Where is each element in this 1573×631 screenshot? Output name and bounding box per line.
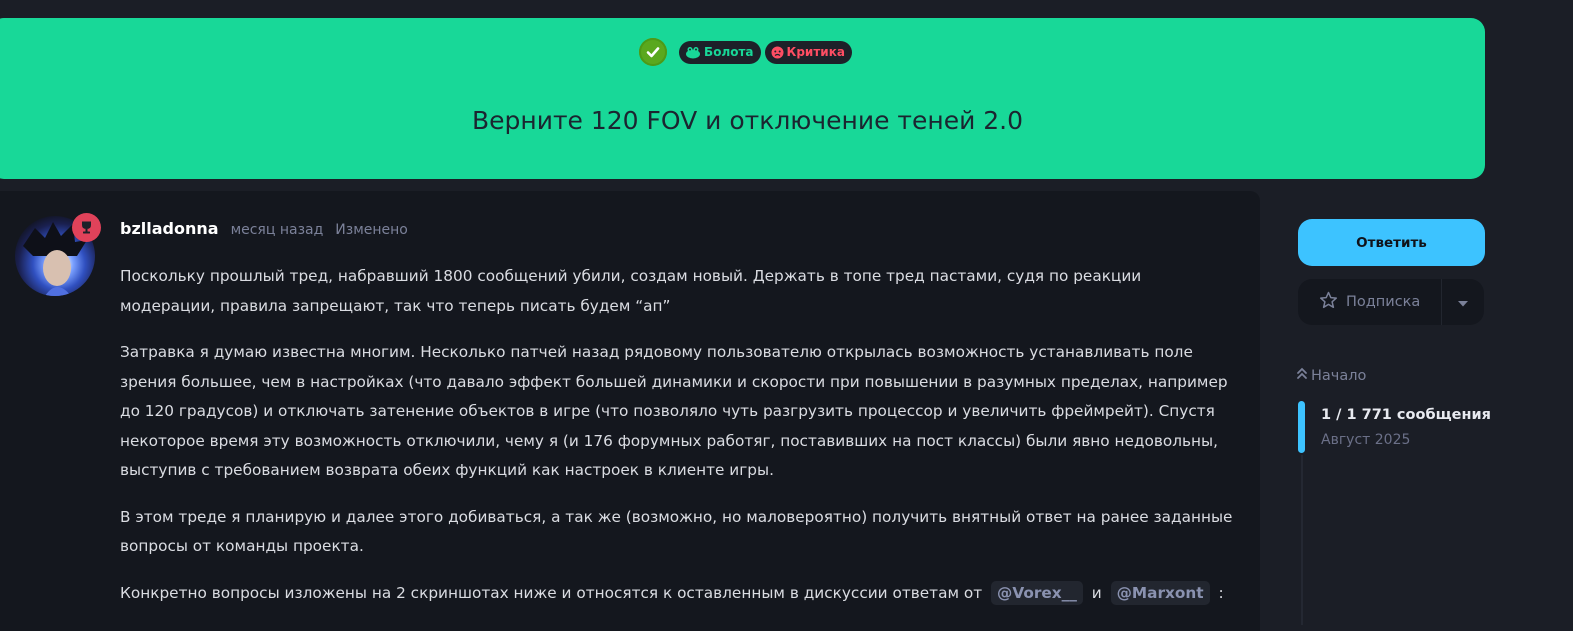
post-meta: bzlladonna месяц назад Изменено: [120, 219, 408, 238]
post-author[interactable]: bzlladonna: [120, 219, 219, 238]
timeline-top-label: Начало: [1311, 367, 1367, 384]
timeline-top-link[interactable]: Начало: [1296, 367, 1366, 384]
tag-label: Болота: [704, 45, 754, 59]
topic-tags: Болота Критика: [0, 38, 1495, 66]
star-icon: [1319, 291, 1338, 313]
subscribe-button[interactable]: Подписка: [1298, 279, 1442, 325]
paragraph-text: Конкретно вопросы изложены на 2 скриншот…: [120, 583, 983, 602]
angry-face-icon: [771, 46, 784, 59]
timeline-track[interactable]: [1301, 455, 1303, 625]
subscribe-label: Подписка: [1346, 294, 1421, 310]
double-chevron-up-icon: [1296, 367, 1308, 384]
timeline-handle[interactable]: [1298, 401, 1305, 453]
frog-icon: [685, 46, 701, 59]
timeline-date: Август 2025: [1321, 432, 1411, 448]
tag-label: Критика: [786, 45, 845, 59]
post-paragraph: Конкретно вопросы изложены на 2 скриншот…: [120, 579, 1240, 609]
tag-critique[interactable]: Критика: [764, 40, 852, 64]
post-body: Поскольку прошлый тред, набравший 1800 с…: [120, 262, 1240, 625]
post-edited[interactable]: Изменено: [335, 222, 408, 238]
post-paragraph: Затравка я думаю известна многим. Нескол…: [120, 343, 1228, 479]
post-paragraph: В этом треде я планирую и далее этого до…: [120, 507, 1233, 556]
post-paragraph: Поскольку прошлый тред, набравший 1800 с…: [120, 267, 1142, 315]
trophy-icon: [72, 213, 101, 242]
reply-button[interactable]: Ответить: [1298, 219, 1485, 266]
mention-link[interactable]: @Marxont: [1110, 580, 1210, 605]
subscribe-dropdown-button[interactable]: [1442, 279, 1484, 325]
caret-down-icon: [1457, 293, 1469, 312]
post-time[interactable]: месяц назад: [231, 222, 324, 238]
paragraph-text: и: [1091, 583, 1102, 602]
timeline-count: 1 / 1 771 сообщения: [1321, 407, 1491, 423]
tag-swamp[interactable]: Болота: [679, 40, 761, 64]
topic-title: Верните 120 FOV и отключение теней 2.0: [471, 106, 1024, 135]
subscribe-control: Подписка: [1298, 279, 1484, 325]
check-circle-icon: [639, 38, 668, 66]
paragraph-text: :: [1218, 583, 1224, 602]
mention-link[interactable]: @Vorex__: [991, 580, 1083, 605]
